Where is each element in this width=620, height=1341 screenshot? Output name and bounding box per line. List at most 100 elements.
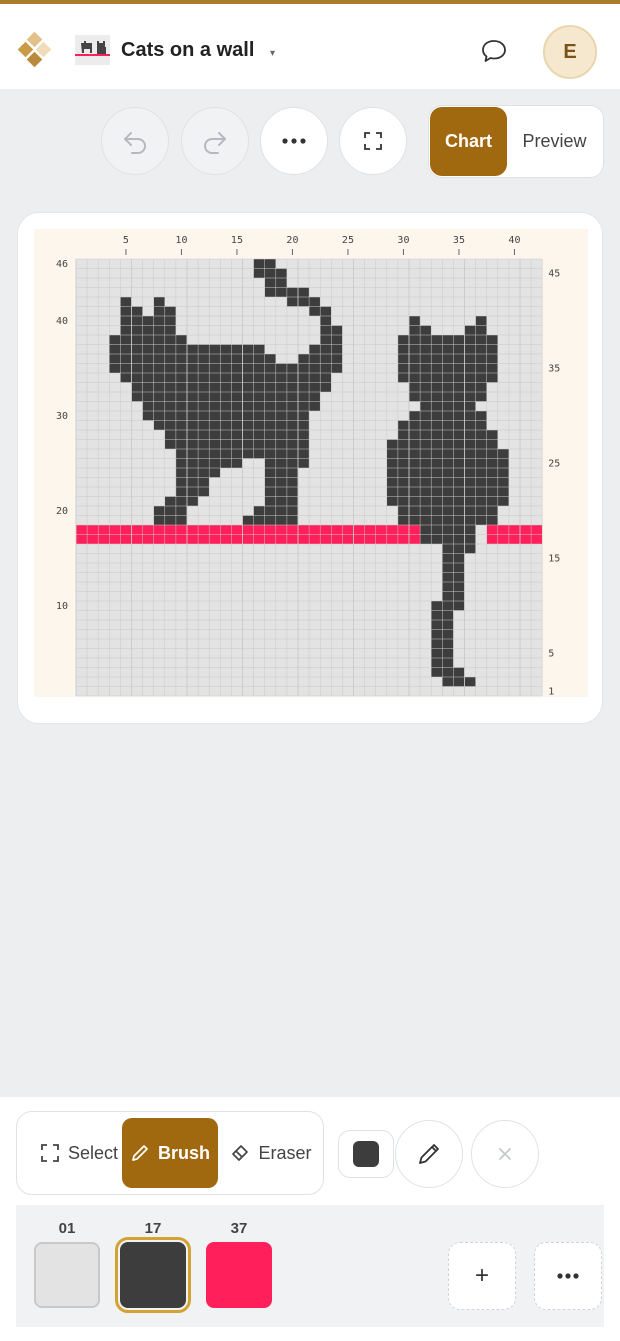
view-toggle: Chart Preview bbox=[428, 105, 604, 178]
cat-cells bbox=[442, 544, 476, 554]
cat-cells bbox=[153, 297, 165, 307]
cat-cells bbox=[164, 439, 310, 449]
cat-cells bbox=[475, 316, 487, 326]
current-color-button[interactable] bbox=[338, 1130, 394, 1178]
left-row-label: 20 bbox=[56, 506, 68, 517]
cat-cells bbox=[397, 363, 498, 373]
diamond-logo-icon[interactable] bbox=[16, 32, 52, 68]
top-tick-label: 10 bbox=[175, 235, 187, 246]
undo-icon bbox=[124, 132, 146, 154]
cat-cells bbox=[397, 515, 498, 525]
right-row-label: 35 bbox=[548, 363, 560, 374]
cat-cells bbox=[175, 487, 210, 497]
swatch-number: 01 bbox=[58, 1220, 76, 1237]
cat-cells bbox=[109, 354, 276, 364]
cat-cells bbox=[386, 496, 509, 506]
cat-cells bbox=[253, 268, 287, 278]
pencil-icon bbox=[419, 1144, 439, 1164]
close-icon bbox=[499, 1148, 511, 1160]
redo-button[interactable] bbox=[181, 107, 249, 175]
color-swatch-17[interactable] bbox=[115, 1237, 191, 1313]
tab-preview[interactable]: Preview bbox=[507, 107, 602, 176]
right-row-label: 45 bbox=[548, 268, 560, 279]
cat-cells bbox=[442, 677, 476, 687]
add-color-button[interactable]: + bbox=[448, 1242, 516, 1310]
swatch-number: 37 bbox=[230, 1220, 248, 1237]
cat-cells bbox=[320, 316, 332, 326]
cat-cells bbox=[120, 297, 132, 307]
tool-selector: Select Brush Eraser bbox=[16, 1111, 324, 1195]
cat-cells bbox=[409, 316, 421, 326]
tab-chart[interactable]: Chart bbox=[430, 107, 507, 176]
brush-tool[interactable]: Brush bbox=[122, 1118, 218, 1188]
color-swatch-01[interactable] bbox=[34, 1242, 100, 1308]
cat-cells bbox=[109, 335, 187, 345]
current-color-swatch bbox=[353, 1141, 379, 1167]
more-options-button[interactable] bbox=[260, 107, 328, 175]
undo-button[interactable] bbox=[101, 107, 169, 175]
top-tick-label: 30 bbox=[397, 235, 409, 246]
right-row-label: 25 bbox=[548, 458, 560, 469]
swatch-number: 17 bbox=[144, 1220, 162, 1237]
top-tick-label: 40 bbox=[508, 235, 520, 246]
cat-cells bbox=[397, 335, 498, 345]
cat-cells bbox=[264, 496, 298, 506]
pattern-title[interactable]: Cats on a wall bbox=[121, 39, 254, 62]
cat-cells bbox=[431, 667, 465, 677]
fullscreen-icon bbox=[364, 132, 382, 150]
cat-cells bbox=[397, 430, 498, 440]
eraser-label: Eraser bbox=[258, 1142, 312, 1163]
cat-cells bbox=[386, 487, 509, 497]
fullscreen-button[interactable] bbox=[339, 107, 407, 175]
cat-cells bbox=[397, 344, 498, 354]
cat-cells bbox=[120, 373, 332, 383]
more-icon bbox=[282, 138, 306, 144]
palette-more-button[interactable] bbox=[534, 1242, 602, 1310]
chart-card: 5 10 15 20 25 30 35 40 46 40 30 20 10 45 35 25 15 5 1 bbox=[17, 212, 603, 724]
color-swatch-37[interactable] bbox=[206, 1242, 272, 1308]
cat-cells bbox=[120, 316, 176, 326]
cat-cells bbox=[264, 468, 298, 478]
plus-icon: + bbox=[474, 1262, 489, 1289]
left-row-label: 10 bbox=[56, 601, 68, 612]
cat-cells bbox=[386, 477, 509, 487]
cat-cells bbox=[409, 411, 487, 421]
select-label: Select bbox=[67, 1142, 119, 1163]
cat-cells bbox=[409, 382, 487, 392]
cat-cells bbox=[397, 354, 498, 364]
top-bar: Cats on a wall ▾ E bbox=[0, 0, 620, 89]
avatar[interactable]: E bbox=[543, 25, 597, 79]
cat-cells bbox=[264, 487, 298, 497]
cat-cells bbox=[397, 373, 498, 383]
left-row-label: 46 bbox=[56, 259, 68, 270]
cat-cells bbox=[164, 430, 310, 440]
cat-cells bbox=[131, 392, 321, 402]
left-row-label: 30 bbox=[56, 411, 68, 422]
comment-icon[interactable] bbox=[480, 38, 508, 64]
pencil-button[interactable] bbox=[395, 1120, 463, 1188]
cat-cells bbox=[420, 401, 476, 411]
top-tick-label: 25 bbox=[342, 235, 354, 246]
right-row-label: 1 bbox=[548, 686, 554, 697]
eraser-tool[interactable]: Eraser bbox=[223, 1118, 319, 1188]
left-row-label: 40 bbox=[56, 316, 68, 327]
cat-cells bbox=[142, 411, 310, 421]
cat-cells bbox=[386, 458, 509, 468]
more-icon bbox=[557, 1273, 579, 1279]
cat-cells bbox=[120, 325, 176, 335]
cat-cells bbox=[153, 506, 187, 516]
pattern-chart[interactable]: 5 10 15 20 25 30 35 40 46 40 30 20 10 45 35 25 15 5 1 bbox=[34, 229, 588, 697]
cat-cells bbox=[109, 363, 343, 373]
cat-cells bbox=[420, 534, 476, 544]
select-tool[interactable]: Select bbox=[29, 1118, 129, 1188]
select-icon bbox=[41, 1144, 59, 1162]
cat-cells bbox=[386, 468, 509, 478]
cat-cells bbox=[242, 515, 298, 525]
cat-cells bbox=[286, 297, 321, 307]
cat-cells bbox=[175, 477, 210, 487]
caret-down-icon[interactable]: ▾ bbox=[270, 48, 275, 59]
clear-button[interactable] bbox=[471, 1120, 539, 1188]
pattern-thumbnail[interactable] bbox=[75, 35, 110, 65]
cat-cells bbox=[420, 525, 476, 535]
right-row-label: 15 bbox=[548, 553, 560, 564]
